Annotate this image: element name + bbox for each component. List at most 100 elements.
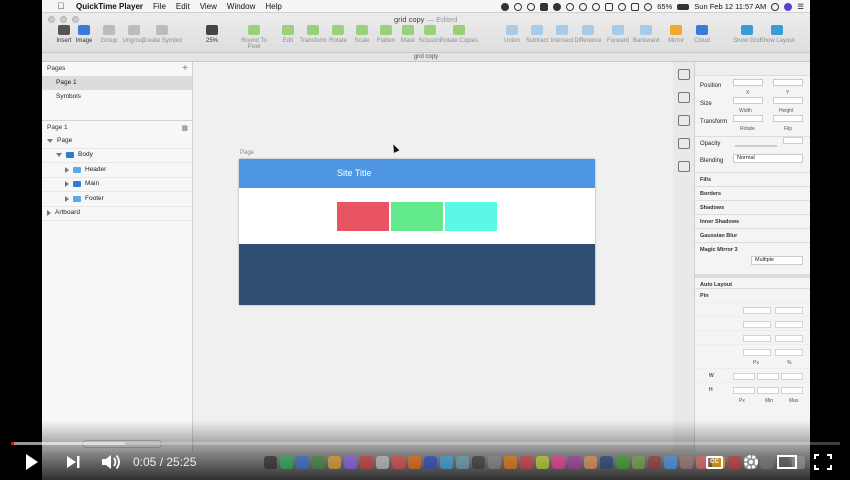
shadows-section[interactable]: Shadows bbox=[695, 200, 810, 214]
volume-button[interactable] bbox=[100, 453, 122, 476]
flip-toggle[interactable] bbox=[773, 115, 803, 122]
main-box-green[interactable] bbox=[391, 202, 443, 231]
fills-section[interactable]: Fills bbox=[695, 172, 810, 186]
toolbar-rotate-copies-button[interactable]: Rotate Copies bbox=[439, 25, 479, 44]
w-min-input[interactable] bbox=[757, 373, 779, 380]
canvas[interactable]: Page Site Title bbox=[193, 62, 673, 452]
clock-icon[interactable] bbox=[514, 2, 523, 11]
pin-right-pct[interactable] bbox=[775, 349, 803, 356]
dock-app-icon[interactable] bbox=[264, 456, 277, 469]
pin-bottom-input[interactable] bbox=[743, 335, 771, 342]
dock-app-icon[interactable] bbox=[456, 456, 469, 469]
site-title-text[interactable]: Site Title bbox=[337, 168, 372, 178]
pin-top-pct[interactable] bbox=[775, 307, 803, 314]
menu-view[interactable]: View bbox=[200, 2, 217, 11]
menu-file[interactable]: File bbox=[153, 2, 166, 11]
pin-top-input[interactable] bbox=[743, 307, 771, 314]
opacity-slider[interactable] bbox=[735, 145, 777, 147]
disclosure-closed-icon[interactable] bbox=[47, 210, 51, 217]
history-icon[interactable] bbox=[527, 2, 536, 11]
footer-group[interactable] bbox=[239, 244, 595, 305]
video-player[interactable]:  QuickTime Player File Edit View Window… bbox=[0, 0, 850, 480]
opacity-input[interactable] bbox=[783, 137, 803, 144]
toolbar-show-layout-button[interactable]: Show Layout bbox=[757, 25, 797, 44]
pin-left-input[interactable] bbox=[743, 321, 771, 328]
dock-app-icon[interactable] bbox=[728, 456, 741, 469]
dock-app-icon[interactable] bbox=[424, 456, 437, 469]
volume-icon[interactable] bbox=[644, 2, 653, 11]
menu-edit[interactable]: Edit bbox=[176, 2, 190, 11]
next-button[interactable] bbox=[65, 454, 81, 475]
dock-app-icon[interactable] bbox=[536, 456, 549, 469]
h-px-input[interactable] bbox=[733, 387, 755, 394]
settings-button[interactable] bbox=[742, 453, 760, 476]
captions-button[interactable]: CC bbox=[706, 456, 723, 469]
disclosure-closed-icon[interactable] bbox=[65, 181, 69, 188]
dock-app-icon[interactable] bbox=[344, 456, 357, 469]
spotlight-icon[interactable] bbox=[771, 2, 780, 11]
h-max-input[interactable] bbox=[781, 387, 803, 394]
fullscreen-button[interactable] bbox=[814, 454, 832, 475]
layer-row-page[interactable]: Page bbox=[42, 134, 192, 149]
disclosure-closed-icon[interactable] bbox=[65, 195, 69, 202]
menu-help[interactable]: Help bbox=[265, 2, 281, 11]
main-box-cyan[interactable] bbox=[445, 202, 497, 231]
airplay-icon[interactable] bbox=[631, 2, 640, 11]
play-button[interactable] bbox=[24, 452, 40, 477]
dock-app-icon[interactable] bbox=[568, 456, 581, 469]
page-item-page-1[interactable]: Page 1 bbox=[42, 76, 192, 90]
layer-row-header[interactable]: Header bbox=[42, 163, 192, 178]
dock-app-icon[interactable] bbox=[328, 456, 341, 469]
dropbox-icon[interactable] bbox=[566, 2, 575, 11]
zoom-window-icon[interactable] bbox=[72, 16, 79, 23]
dock-app-icon[interactable] bbox=[616, 456, 629, 469]
wifi-icon[interactable] bbox=[618, 2, 627, 11]
y-input[interactable] bbox=[773, 79, 803, 86]
mirror-mode-select[interactable]: Multiple bbox=[751, 256, 803, 265]
dock-app-icon[interactable] bbox=[680, 456, 693, 469]
borders-section[interactable]: Borders bbox=[695, 186, 810, 200]
export-icon[interactable] bbox=[677, 92, 690, 103]
document-tab[interactable]: grid copy bbox=[42, 53, 810, 62]
progress-bar[interactable] bbox=[11, 442, 840, 445]
dock-app-icon[interactable] bbox=[520, 456, 533, 469]
layer-row-main[interactable]: Main bbox=[42, 178, 192, 192]
dock-app-icon[interactable] bbox=[504, 456, 517, 469]
disclosure-open-icon[interactable] bbox=[56, 153, 62, 158]
grid-icon[interactable] bbox=[677, 161, 690, 172]
w-max-input[interactable] bbox=[781, 373, 803, 380]
dock-app-icon[interactable] bbox=[632, 456, 645, 469]
stack-icon[interactable] bbox=[677, 115, 690, 126]
dock-app-icon[interactable] bbox=[440, 456, 453, 469]
dock-app-icon[interactable] bbox=[392, 456, 405, 469]
dashlane-icon[interactable] bbox=[540, 2, 549, 11]
dock-app-icon[interactable] bbox=[760, 456, 773, 469]
creative-cloud-icon[interactable] bbox=[553, 2, 562, 11]
dock-app-icon[interactable] bbox=[488, 456, 501, 469]
dock-app-icon[interactable] bbox=[312, 456, 325, 469]
battery-percent[interactable]: 65% bbox=[657, 2, 672, 11]
main-box-red[interactable] bbox=[337, 202, 389, 231]
auto-layout-section[interactable]: Auto Layout bbox=[695, 274, 810, 288]
layer-row-body[interactable]: Body bbox=[42, 149, 192, 163]
magic-mirror-section[interactable]: Magic Mirror 3 bbox=[695, 242, 810, 256]
dock-app-icon[interactable] bbox=[552, 456, 565, 469]
battery-icon[interactable] bbox=[677, 3, 690, 10]
layer-row-footer[interactable]: Footer bbox=[42, 192, 192, 207]
close-window-icon[interactable] bbox=[48, 16, 55, 23]
layer-row-artboard[interactable]: Artboard bbox=[42, 207, 192, 221]
toolbar-create-symbol-button[interactable]: Create Symbol bbox=[142, 25, 182, 44]
dock-app-icon[interactable] bbox=[360, 456, 373, 469]
menu-app-name[interactable]: QuickTime Player bbox=[76, 2, 143, 11]
minimize-window-icon[interactable] bbox=[60, 16, 67, 23]
android-icon[interactable] bbox=[579, 2, 588, 11]
record-icon[interactable] bbox=[501, 2, 510, 11]
rotate-input[interactable] bbox=[733, 115, 763, 122]
inner-shadows-section[interactable]: Inner Shadows bbox=[695, 214, 810, 228]
x-input[interactable] bbox=[733, 79, 763, 86]
menu-window[interactable]: Window bbox=[227, 2, 255, 11]
height-input[interactable] bbox=[773, 97, 803, 104]
dock-app-icon[interactable] bbox=[648, 456, 661, 469]
toolbar-25-button[interactable]: 25% bbox=[192, 25, 232, 44]
1password-icon[interactable] bbox=[592, 2, 601, 11]
